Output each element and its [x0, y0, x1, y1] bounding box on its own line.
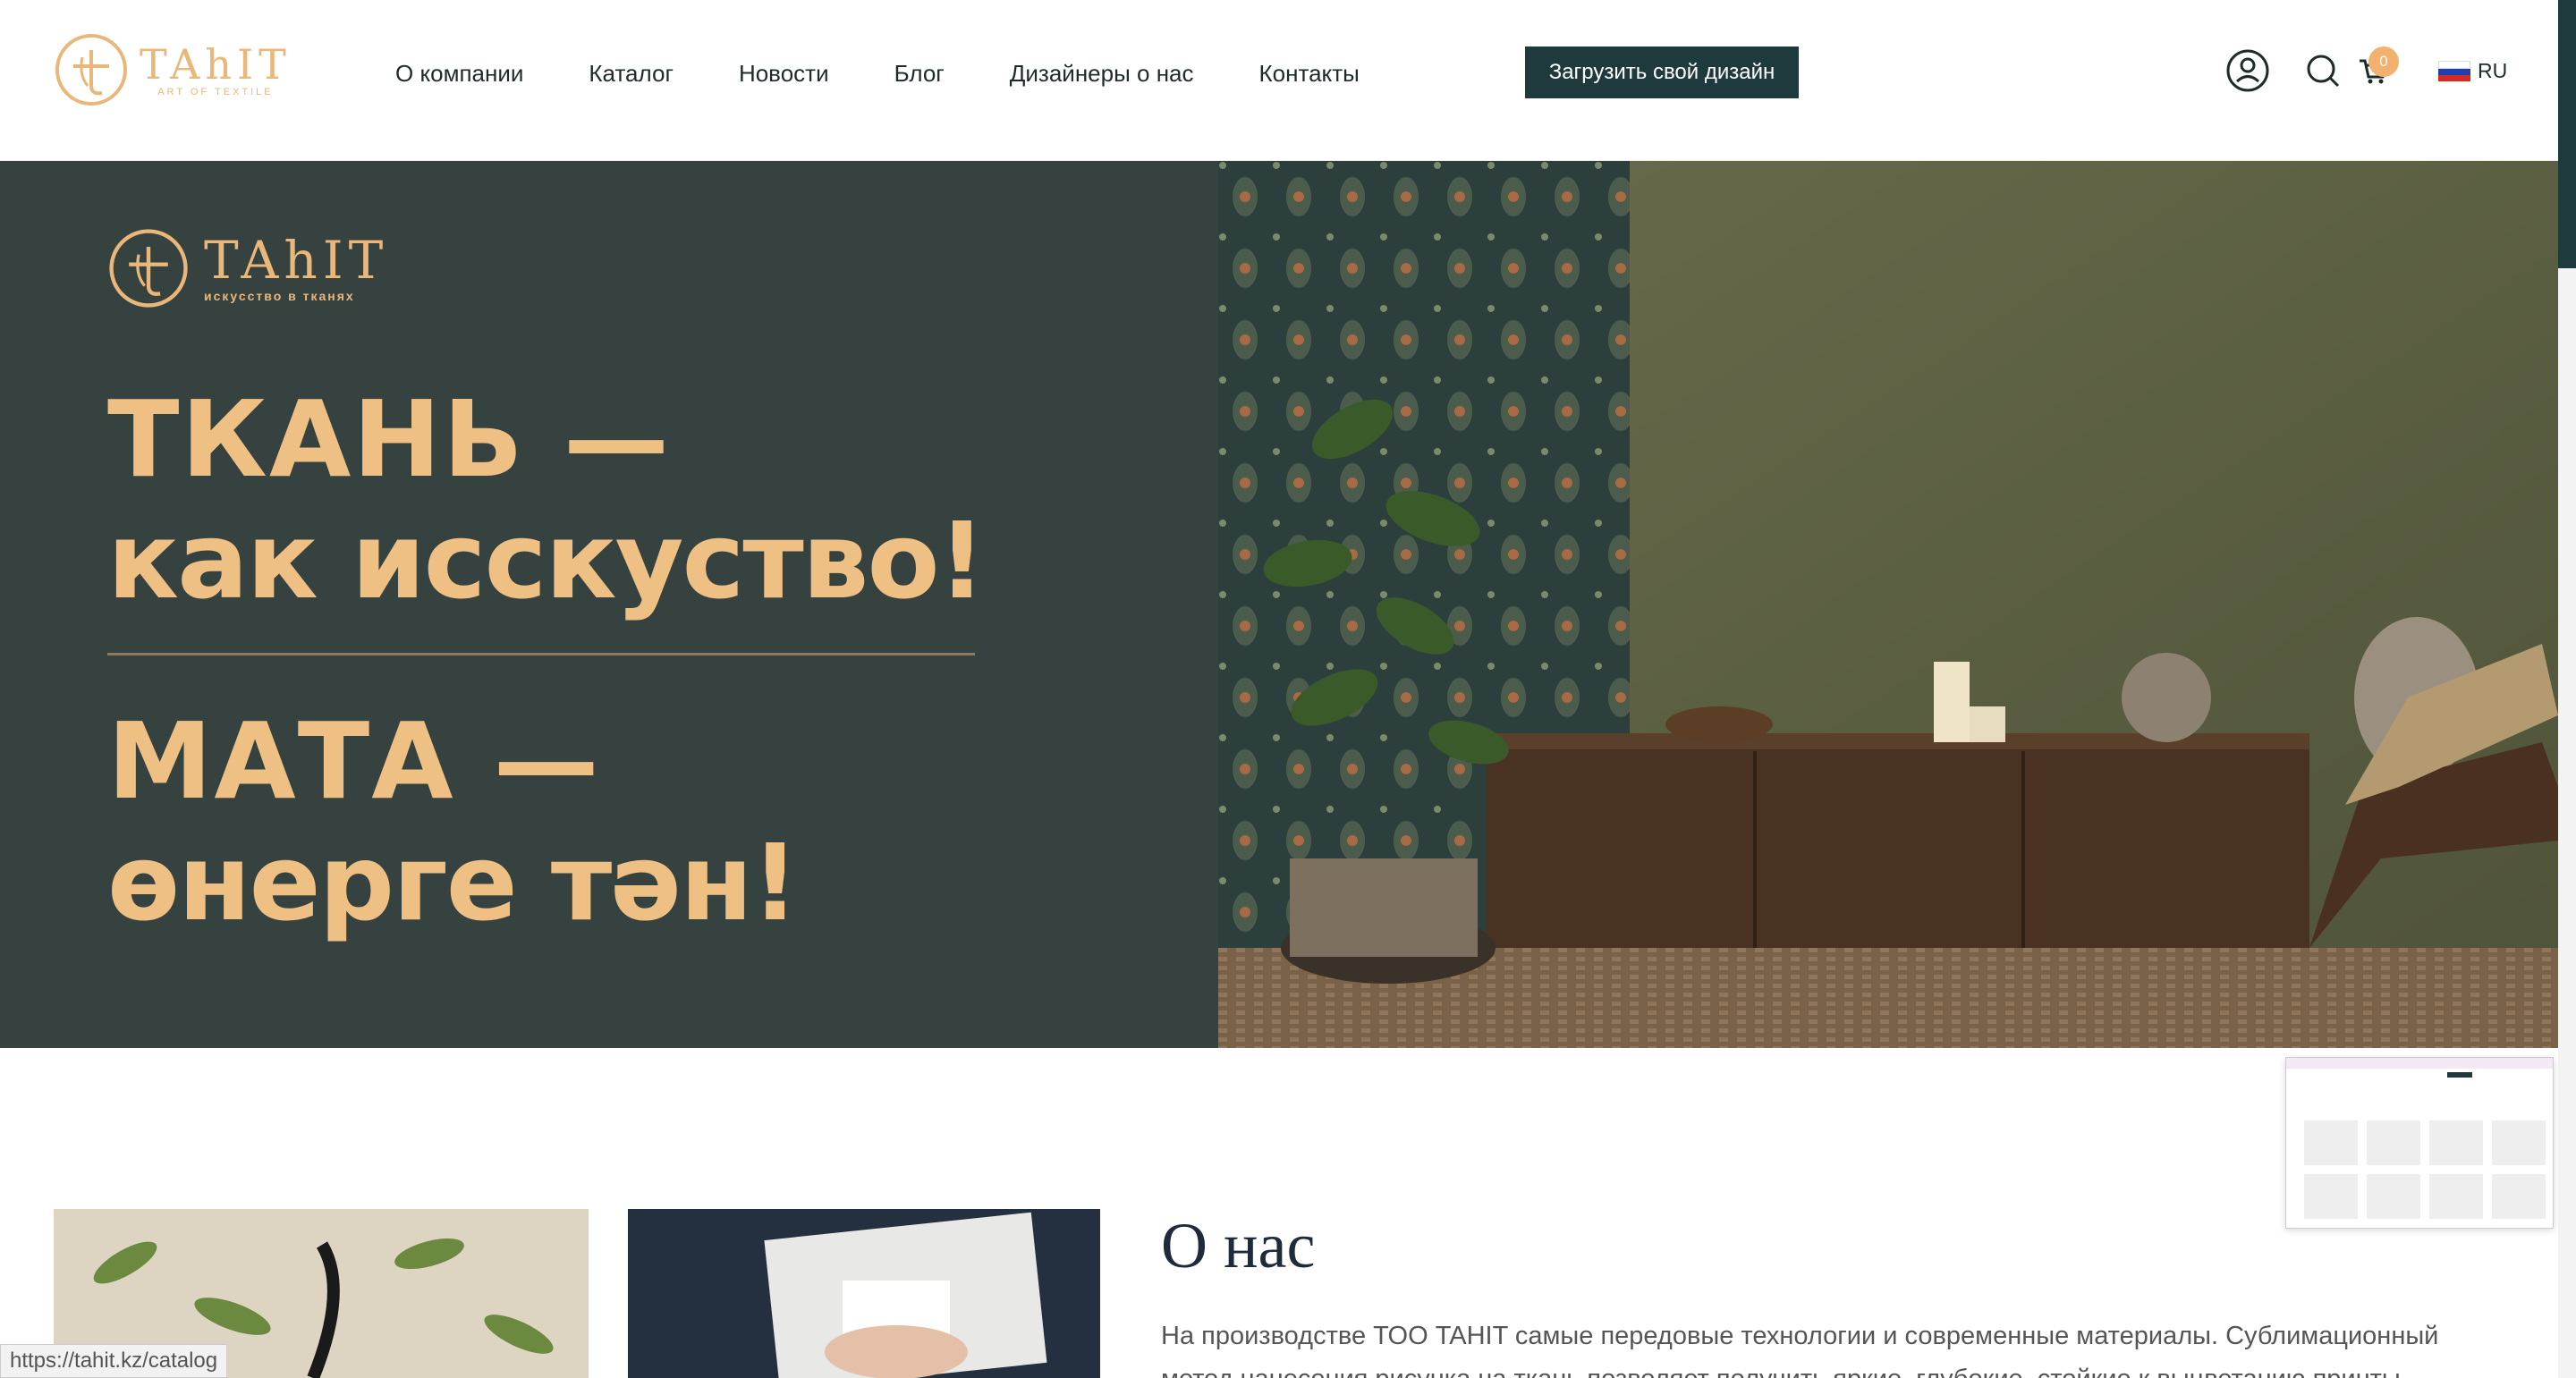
nav-item-news[interactable]: Новости [739, 55, 829, 91]
site-logo[interactable]: TAhIT ART OF TEXTILE [52, 27, 311, 113]
logo-wordmark: TAhIT [140, 40, 292, 89]
scrollbar-track[interactable] [2558, 268, 2576, 1378]
upload-design-button[interactable]: Загрузить свой дизайн [1525, 46, 1799, 98]
hero-divider [107, 653, 975, 655]
hero-logo-mark-icon [109, 229, 188, 308]
interior-scene-image [1218, 161, 2558, 1048]
nav-item-designers[interactable]: Дизайнеры о нас [1010, 55, 1194, 91]
nav-item-blog[interactable]: Блог [894, 55, 945, 91]
site-header: TAhIT ART OF TEXTILE О компании Каталог … [0, 0, 2558, 161]
hero-headline-2: как исскуство! [107, 499, 986, 622]
about-section-text: На производстве ТОО TAHIT самые передовы… [1161, 1322, 2439, 1378]
russia-flag-icon [2438, 60, 2470, 82]
language-label: RU [2478, 59, 2508, 82]
scrollbar-thumb[interactable] [2558, 0, 2576, 268]
hero-text-panel: TAhIT искусство в тканях ТКАНЬ — как исс… [0, 161, 1218, 1048]
user-account-icon[interactable] [2224, 46, 2272, 95]
hero-banner: TAhIT искусство в тканях ТКАНЬ — как исс… [0, 161, 2558, 1048]
about-image-samples [628, 1209, 1100, 1378]
hero-interior-photo [1218, 161, 2558, 1048]
nav-item-catalog[interactable]: Каталог [589, 55, 674, 91]
hero-headline-4: өнерге тән! [107, 821, 800, 944]
preview-grid-image [2286, 1058, 2553, 1219]
hero-logo: TAhIT искусство в тканях [106, 225, 388, 311]
hero-headline-1: ТКАНЬ — [107, 377, 672, 501]
cart-count-badge: 0 [2368, 46, 2399, 77]
logo-mark-icon [55, 34, 127, 106]
nav-item-about[interactable]: О компании [395, 55, 523, 91]
main-nav: О компании Каталог Новости Блог Дизайнер… [395, 55, 1425, 91]
about-section-title: О нас [1161, 1210, 1316, 1281]
nav-item-contacts[interactable]: Контакты [1259, 55, 1360, 91]
logo-tagline: ART OF TEXTILE [157, 87, 274, 97]
fabric-samples-image [628, 1209, 1100, 1378]
search-icon[interactable] [2299, 46, 2347, 95]
hero-logo-wordmark: TAhIT [204, 230, 389, 291]
page-preview-thumbnail[interactable] [2285, 1057, 2554, 1229]
hero-headline-3: МАТА — [107, 699, 601, 823]
hero-logo-tagline: искусство в тканях [204, 289, 355, 303]
status-bar-url: https://tahit.kz/catalog [0, 1344, 228, 1378]
language-switcher[interactable]: RU [2438, 59, 2507, 83]
